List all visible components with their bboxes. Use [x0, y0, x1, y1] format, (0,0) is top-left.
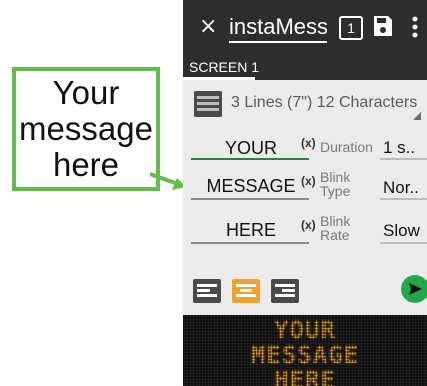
- align-center-icon[interactable]: [232, 279, 260, 303]
- line-3-variable-button[interactable]: (x): [301, 218, 316, 232]
- save-icon[interactable]: [373, 15, 393, 37]
- blink-type-label: Blink Type: [320, 169, 351, 199]
- message-line-1: YOUR (x) Duration 1 s..: [183, 130, 427, 174]
- blink-rate-underline: [380, 242, 427, 244]
- sign-type-dropdown[interactable]: 3 Lines (7") 12 Characters: [183, 84, 427, 122]
- led-line-1: YOUR: [274, 316, 336, 344]
- duration-underline: [380, 158, 427, 160]
- line-3-underline: [191, 242, 309, 244]
- message-name-input[interactable]: instaMessage: [229, 14, 327, 43]
- callout-text: Your message here: [19, 74, 153, 183]
- blink-rate-label: Blink Rate: [320, 213, 351, 243]
- close-button[interactable]: ×: [199, 14, 217, 39]
- tab-screen-1[interactable]: SCREEN 1: [183, 54, 273, 80]
- led-line-3: HERE: [274, 366, 336, 386]
- duration-dropdown[interactable]: 1 s..: [383, 138, 415, 158]
- app-bar: × instaMessage 1 SCREEN 1: [183, 0, 427, 80]
- led-display-preview: YOUR MESSAGE HERE: [183, 315, 427, 386]
- blink-rate-dropdown[interactable]: Slow: [383, 221, 420, 241]
- blink-type-underline: [380, 198, 427, 200]
- message-line-2: MESSAGE (x) Blink Type Nor..: [183, 170, 427, 214]
- sign-icon: [194, 91, 222, 117]
- line-2-text-input[interactable]: MESSAGE: [191, 176, 311, 197]
- tab-label: SCREEN 1: [189, 59, 260, 75]
- phone-screen: × instaMessage 1 SCREEN 1 3 Lines (7") 1…: [183, 0, 427, 386]
- line-3-text-input[interactable]: HERE: [191, 220, 311, 241]
- align-right-icon[interactable]: [271, 279, 299, 303]
- callout-box: Your message here: [12, 67, 160, 191]
- blink-type-dropdown[interactable]: Nor..: [383, 178, 419, 198]
- line-1-text-input[interactable]: YOUR: [191, 138, 311, 159]
- line-1-variable-button[interactable]: (x): [301, 136, 316, 150]
- line-2-underline: [191, 198, 309, 200]
- dropdown-caret-icon: [413, 112, 421, 120]
- sign-type-label: 3 Lines (7") 12 Characters: [231, 94, 418, 111]
- more-icon[interactable]: [411, 15, 419, 39]
- led-line-2: MESSAGE: [250, 341, 360, 369]
- align-left-icon[interactable]: [193, 279, 221, 303]
- line-2-variable-button[interactable]: (x): [301, 174, 316, 188]
- line-1-underline: [191, 158, 309, 160]
- message-line-3: HERE (x) Blink Rate Slow: [183, 214, 427, 258]
- duration-label: Duration: [320, 139, 373, 155]
- screen-count-button[interactable]: 1: [339, 16, 363, 40]
